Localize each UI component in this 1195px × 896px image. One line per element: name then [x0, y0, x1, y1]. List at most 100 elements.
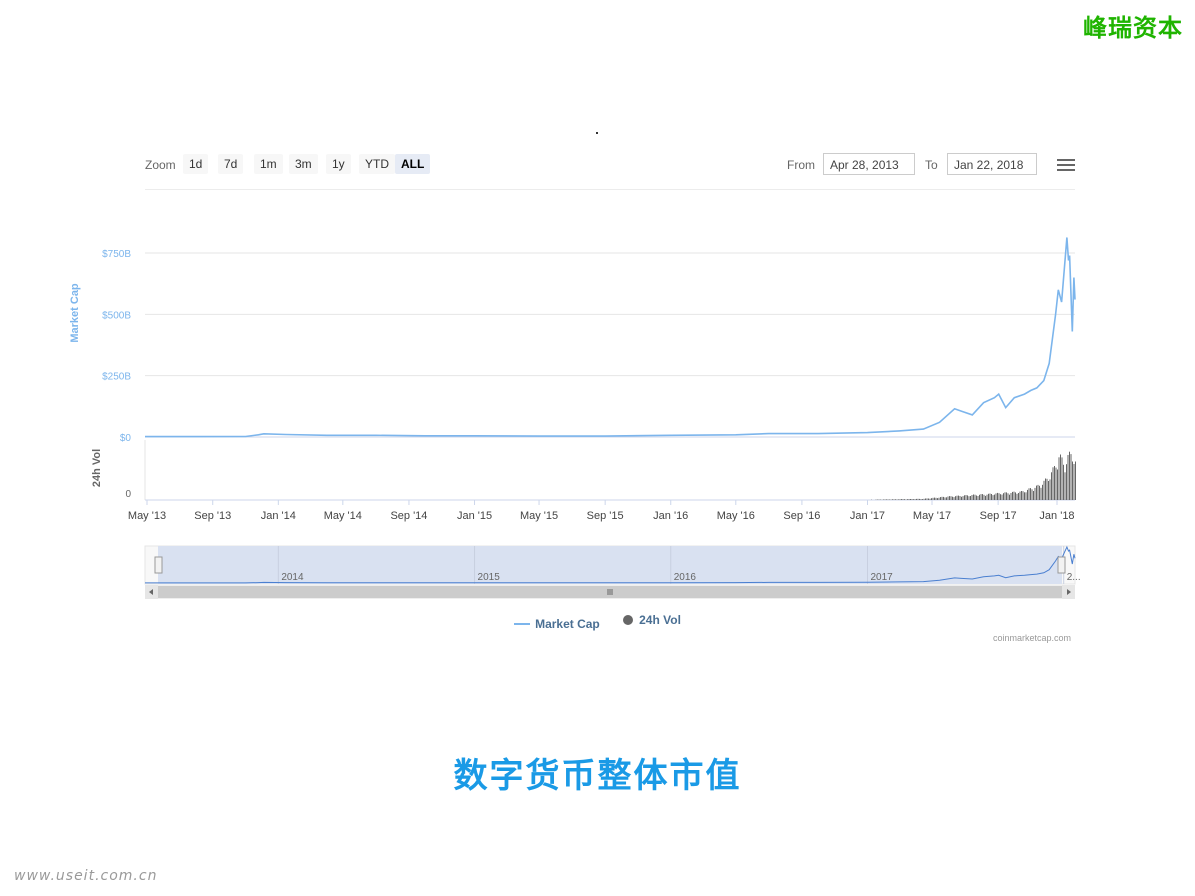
- y-tick-label: $250B: [102, 372, 131, 383]
- volume-bar: [935, 497, 937, 500]
- slide-title: 数字货币整体市值: [453, 756, 742, 796]
- volume-bar: [929, 498, 931, 500]
- market-cap-series-line: [145, 237, 1076, 438]
- volume-bar: [901, 499, 902, 500]
- volume-bar: [997, 492, 998, 500]
- volume-bar: [1057, 469, 1058, 500]
- volume-bar: [991, 494, 992, 500]
- volume-bar: [878, 499, 880, 500]
- volume-bar: [916, 498, 917, 500]
- volume-bar: [943, 496, 944, 500]
- volume-bar: [964, 495, 965, 500]
- x-tick-label: Sep '13: [194, 510, 231, 522]
- volume-bar: [992, 495, 994, 500]
- volume-bar: [955, 496, 956, 500]
- volume-bar: [1010, 493, 1012, 500]
- volume-bar: [967, 495, 968, 500]
- volume-bar: [1003, 493, 1004, 500]
- volume-bar: [949, 496, 950, 500]
- volume-bar: [974, 494, 976, 500]
- volume-bar: [1025, 492, 1027, 500]
- navigator-tick-label: 2017: [870, 572, 893, 583]
- legend-label-24h-vol: 24h Vol: [639, 613, 681, 627]
- navigator-tick-label: 2015: [478, 572, 501, 583]
- volume-bar: [1048, 481, 1049, 500]
- volume-bar: [925, 498, 926, 500]
- volume-bar: [899, 499, 901, 500]
- chart-credits[interactable]: coinmarketcap.com: [993, 633, 1071, 643]
- volume-bar: [932, 497, 934, 500]
- volume-bar: [1015, 492, 1016, 500]
- volume-bar: [946, 497, 947, 500]
- volume-bar: [904, 499, 905, 500]
- x-tick-label: Sep '15: [587, 510, 624, 522]
- y-tick-label: $750B: [102, 249, 131, 260]
- volume-bar: [976, 495, 977, 500]
- volume-bar: [1046, 478, 1048, 500]
- volume-bar: [1031, 489, 1033, 500]
- volume-bar: [980, 494, 982, 500]
- volume-bar: [1042, 484, 1043, 500]
- volume-bar: [995, 493, 997, 500]
- volume-axis-title: 24h Vol: [91, 449, 103, 487]
- volume-bar: [1028, 488, 1030, 500]
- volume-bar: [1058, 457, 1060, 500]
- volume-bar: [907, 499, 908, 500]
- volume-tick-label: 0: [125, 489, 131, 500]
- volume-bar: [970, 496, 971, 500]
- volume-bar: [914, 499, 916, 500]
- volume-bar: [911, 499, 913, 500]
- volume-bar: [1051, 472, 1052, 500]
- volume-bar: [1040, 487, 1042, 500]
- x-tick-label: Jan '15: [457, 510, 492, 522]
- volume-bar: [944, 497, 946, 500]
- volume-bar: [1054, 466, 1055, 500]
- volume-bar: [1061, 457, 1063, 500]
- dot-swatch-icon: [623, 615, 634, 625]
- x-tick-label: Jan '18: [1039, 510, 1074, 522]
- volume-bar: [952, 496, 953, 500]
- volume-bar: [896, 499, 898, 500]
- volume-bar: [1022, 491, 1024, 500]
- volume-bar: [1052, 467, 1054, 500]
- volume-bar: [1030, 488, 1031, 500]
- volume-bar: [898, 499, 899, 500]
- volume-bar: [1060, 454, 1061, 500]
- volume-bar: [961, 496, 962, 500]
- volume-bar: [1049, 479, 1051, 500]
- volume-bar: [940, 497, 941, 500]
- volume-bar: [958, 495, 959, 500]
- volume-bar: [965, 495, 967, 500]
- legend-item-market-cap[interactable]: Market Cap: [514, 617, 600, 631]
- x-tick-label: Jan '17: [850, 510, 885, 522]
- volume-bar: [962, 496, 964, 500]
- x-tick-label: May '17: [913, 510, 951, 522]
- volume-bar: [1004, 492, 1006, 500]
- volume-bar: [923, 498, 925, 500]
- volume-bar: [1069, 451, 1070, 500]
- volume-bar: [893, 499, 895, 500]
- legend-item-24h-vol[interactable]: 24h Vol: [623, 613, 681, 627]
- x-tick-label: May '14: [324, 510, 362, 522]
- volume-bar: [1063, 464, 1064, 500]
- chart-legend: Market Cap 24h Vol: [0, 613, 1195, 631]
- volume-bar: [994, 494, 995, 500]
- volume-bar: [883, 499, 884, 500]
- volume-bar: [890, 499, 892, 500]
- navigator-right-handle: [1057, 556, 1066, 574]
- volume-bar: [931, 498, 932, 500]
- volume-bar: [910, 499, 911, 500]
- volume-bar: [953, 497, 955, 500]
- volume-bar: [1039, 485, 1040, 500]
- volume-bar: [1045, 478, 1046, 500]
- volume-bar: [938, 497, 940, 500]
- volume-bar: [971, 495, 973, 500]
- volume-bar: [959, 496, 961, 500]
- volume-bar: [1037, 484, 1039, 500]
- y-axis-title: Market Cap: [69, 283, 81, 343]
- volume-bar: [947, 496, 949, 500]
- volume-bar: [1012, 491, 1013, 500]
- volume-bar: [913, 499, 914, 500]
- legend-label-market-cap: Market Cap: [535, 617, 600, 631]
- volume-bar: [1066, 464, 1067, 500]
